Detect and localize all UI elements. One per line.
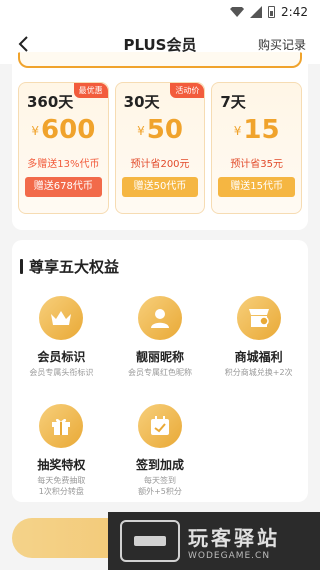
plan-desc: 预计省200元 [130, 159, 190, 170]
plan-bonus: 赠送50代币 [121, 177, 199, 197]
crown-icon [39, 296, 84, 340]
benefit-name: 商城福利 [234, 350, 283, 364]
benefit-sub: 每天签到 额外+5积分 [138, 476, 182, 496]
watermark-url: WODEGAME.CN [188, 550, 271, 561]
benefits-title: 尊享五大权益 [29, 258, 120, 276]
battery-icon [268, 6, 276, 18]
benefit-name: 会员标识 [37, 350, 86, 364]
status-bar: 2:42 [0, 0, 320, 24]
watermark-title: 玩客驿站 [188, 525, 280, 550]
benefit-mall[interactable]: 商城福利 积分商城兑换+2次 [209, 296, 308, 394]
benefit-lottery[interactable]: 抽奖特权 每天免费抽取 1次积分转盘 [12, 404, 111, 502]
signal-icon [250, 6, 263, 18]
plan-days: 7天 [220, 93, 246, 111]
plan-bonus: 赠送678代币 [25, 177, 102, 197]
watermark: 玩客驿站 WODEGAME.CN [108, 512, 320, 570]
plans-card: 360天 最优惠 ¥600 多赠送13%代币 赠送678代币 30天 活动价 ¥… [12, 52, 308, 230]
plan-7[interactable]: 7天 ¥15 预计省35元 赠送15代币 [211, 82, 303, 214]
benefit-name: 抽奖特权 [37, 458, 86, 472]
gift-icon [39, 404, 84, 448]
benefit-checkin[interactable]: 签到加成 每天签到 额外+5积分 [111, 404, 210, 502]
plan-360[interactable]: 360天 最优惠 ¥600 多赠送13%代币 赠送678代币 [18, 82, 109, 214]
watermark-logo-icon [120, 520, 180, 562]
wifi-icon [230, 7, 245, 17]
plan-30[interactable]: 30天 活动价 ¥50 预计省200元 赠送50代币 [114, 82, 206, 214]
benefit-nickname[interactable]: 靓丽昵称 会员专属红色昵称 [111, 296, 210, 394]
benefit-sub: 每天免费抽取 1次积分转盘 [37, 476, 86, 496]
plan-price: ¥50 [137, 115, 183, 145]
calendar-check-icon [137, 404, 182, 448]
benefit-name: 靓丽昵称 [135, 350, 184, 364]
benefit-sub: 会员专属红色昵称 [127, 368, 192, 377]
plan-days: 360天 [27, 93, 74, 111]
plan-price: ¥600 [31, 115, 96, 145]
purchase-records-link[interactable]: 购买记录 [258, 36, 306, 53]
heading-bar [20, 259, 23, 274]
plan-price: ¥15 [233, 115, 280, 145]
plan-desc: 多赠送13%代币 [27, 159, 100, 170]
benefit-name: 签到加成 [135, 458, 184, 472]
plan-badge: 最优惠 [73, 83, 108, 98]
plan-badge: 活动价 [170, 83, 205, 98]
shop-icon [236, 296, 281, 340]
user-icon [137, 296, 182, 340]
benefits-card: 尊享五大权益 会员标识 会员专属头衔标识 靓丽昵称 会员专属红色昵称 商城福利 … [12, 240, 308, 502]
benefit-sub: 会员专属头衔标识 [29, 368, 94, 377]
plan-desc: 预计省35元 [230, 159, 284, 170]
plans-top-bar [18, 52, 302, 68]
benefit-sub: 积分商城兑换+2次 [224, 368, 293, 377]
benefit-member-badge[interactable]: 会员标识 会员专属头衔标识 [12, 296, 111, 394]
plan-bonus: 赠送15代币 [218, 177, 296, 197]
status-time: 2:42 [281, 5, 308, 19]
benefits-heading: 尊享五大权益 [20, 256, 119, 277]
plan-days: 30天 [123, 93, 160, 111]
